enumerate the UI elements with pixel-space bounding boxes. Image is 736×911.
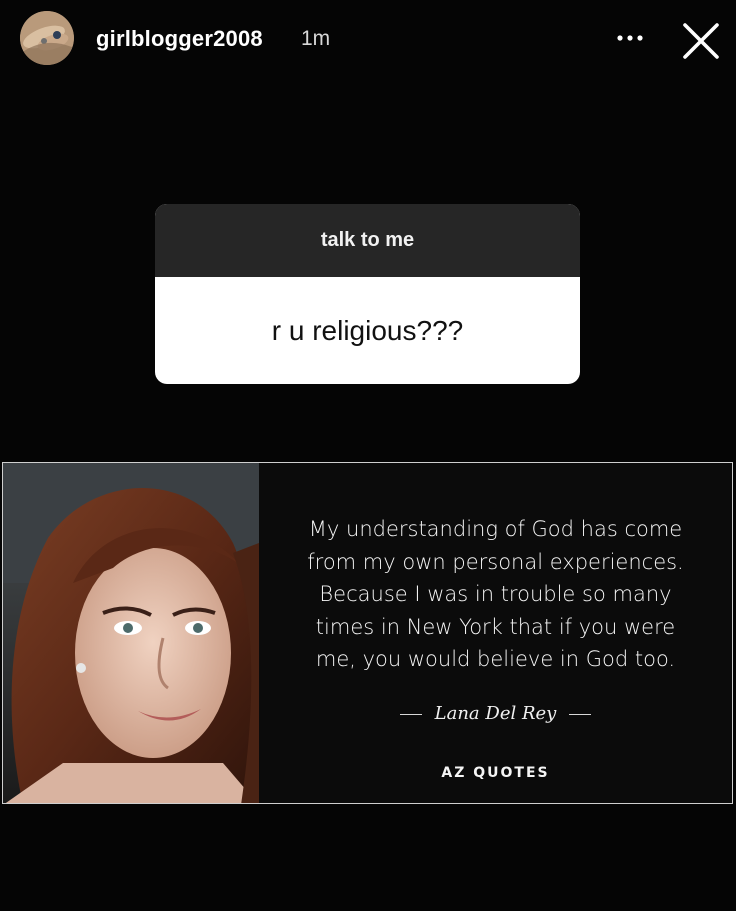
avatar[interactable]	[20, 11, 74, 65]
author-name: Lana Del Rey	[434, 703, 557, 724]
quote-image: My understanding of God has come from my…	[2, 462, 733, 804]
quote-line: me, you would believe in God too.	[315, 647, 676, 671]
author-dash-right	[569, 713, 592, 715]
portrait-image	[3, 463, 259, 803]
question-text: r u religious???	[271, 314, 464, 346]
quote-line: times in New York that if you were	[315, 614, 676, 639]
more-dots-icon	[617, 35, 643, 41]
story-header: girlblogger2008 1m	[0, 0, 736, 80]
portrait-photo	[3, 463, 259, 803]
story-screen: girlblogger2008 1m talk to me r u religi…	[0, 0, 736, 911]
quote-line: Because I was in trouble so many	[319, 582, 672, 606]
question-sticker[interactable]: talk to me r u religious???	[155, 204, 580, 384]
brand-logo: AZ QUOTES	[441, 765, 550, 781]
author-dash-left	[399, 713, 422, 715]
close-button[interactable]	[680, 20, 722, 62]
time-ago: 1m	[301, 27, 331, 50]
quote-author: Lana Del Rey	[283, 703, 708, 724]
avatar-image	[20, 11, 74, 65]
quote-text: My understanding of God has come from my…	[283, 513, 708, 676]
question-prompt: talk to me	[155, 204, 580, 277]
close-icon	[683, 23, 719, 59]
more-options-button[interactable]	[612, 26, 648, 50]
quote-line: My understanding of God has come	[308, 517, 683, 541]
username[interactable]: girlblogger2008	[96, 26, 263, 52]
quote-line: from my own personal experiences.	[307, 549, 684, 574]
